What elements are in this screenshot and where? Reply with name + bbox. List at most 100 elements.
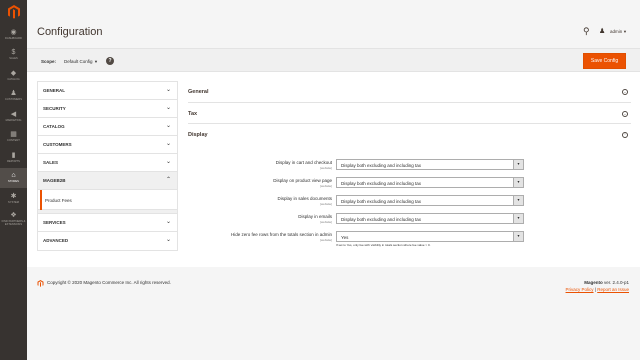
chevron-down-icon[interactable]: ▼: [513, 178, 523, 187]
toggle-icon[interactable]: ⌃: [622, 132, 628, 138]
field-row: Hide zero fee rows from the totals secti…: [188, 231, 631, 247]
section-title: Display: [188, 132, 208, 138]
tab-advanced[interactable]: ADVANCED ⌄: [38, 232, 177, 250]
tab-services[interactable]: SERVICES ⌄: [38, 214, 177, 232]
section-general[interactable]: General ⌄: [188, 81, 631, 103]
copyright-text: Copyright © 2020 Magento Commerce Inc. A…: [47, 280, 171, 285]
chevron-down-icon[interactable]: ▼: [513, 196, 523, 205]
chevron-icon: ⌄: [165, 237, 171, 243]
sidebar-item-content[interactable]: ▦ Content: [0, 127, 27, 148]
field-scope: [website]: [320, 165, 332, 170]
toggle-icon[interactable]: ⌄: [622, 89, 628, 95]
select-value: Display both excluding and including tax: [341, 163, 422, 168]
subtab-product-fees[interactable]: Product Fees: [38, 190, 177, 210]
scope-label: Scope:: [41, 59, 57, 64]
field-select[interactable]: Display both excluding and including tax…: [336, 213, 524, 224]
field-select[interactable]: Display both excluding and including tax…: [336, 195, 524, 206]
save-config-button[interactable]: Save Config: [583, 53, 626, 69]
sidebar-item-sales[interactable]: $ Sales: [0, 45, 27, 66]
field-row: Display on product view page [website] Dis…: [188, 177, 631, 189]
field-scope: [website]: [320, 201, 332, 206]
sidebar-item-label: Sales: [9, 57, 18, 61]
chevron-down-icon[interactable]: ▼: [513, 214, 523, 223]
sidebar-item-find-partners-extensions[interactable]: ❖ Find Partners & Extensions: [0, 209, 27, 230]
tab-label: SECURITY: [43, 106, 66, 111]
sidebar-item-system[interactable]: ✱ System: [0, 188, 27, 209]
tab-customers[interactable]: CUSTOMERS ⌄: [38, 136, 177, 154]
field-note: If set to Yes, only fee with visibility …: [336, 243, 431, 247]
chevron-down-icon[interactable]: ▼: [513, 160, 523, 169]
field-select[interactable]: Display both excluding and including tax…: [336, 159, 524, 170]
sidebar-item-label: Marketing: [5, 118, 22, 122]
version-info: Magento ver. 2.4.0-p1: [584, 280, 629, 285]
tab-label: CATALOG: [43, 124, 65, 129]
subtab-label: Product Fees: [45, 198, 72, 203]
tab-label: MAGEB2B: [43, 178, 66, 183]
section-title: General: [188, 89, 209, 95]
sidebar-item-stores[interactable]: ⌂ Stores: [0, 167, 27, 188]
sidebar-item-marketing[interactable]: ◀ Marketing: [0, 106, 27, 127]
privacy-policy-link[interactable]: Privacy Policy: [566, 287, 594, 292]
field-select[interactable]: Display both excluding and including tax…: [336, 177, 524, 188]
scope-switcher[interactable]: Default Config: [64, 59, 93, 64]
section-tax[interactable]: Tax ⌄: [188, 103, 631, 124]
chevron-icon: ⌄: [165, 159, 171, 165]
sidebar-item-catalog[interactable]: ◆ Catalog: [0, 65, 27, 86]
sidebar-item-label: Catalog: [7, 77, 20, 81]
dashboard-icon: ◉: [10, 28, 17, 36]
tab-sales[interactable]: SALES ⌄: [38, 154, 177, 172]
section-display[interactable]: Display ⌃: [188, 124, 631, 145]
field-row: Display in emails [website] Display both e…: [188, 213, 631, 225]
field-scope: [website]: [320, 237, 332, 242]
tab-label: GENERAL: [43, 88, 66, 93]
chevron-icon: ⌄: [165, 105, 171, 111]
help-icon[interactable]: ?: [106, 57, 114, 65]
chevron-down-icon[interactable]: ▼: [623, 29, 627, 34]
chevron-icon: ⌄: [165, 141, 171, 147]
field-scope: [website]: [320, 183, 332, 188]
scope-bar: Scope: Default Config ▼ ? Save Config: [27, 48, 640, 72]
sidebar-item-label: Customers: [5, 98, 22, 102]
chevron-down-icon[interactable]: ▼: [513, 232, 523, 241]
field-label: Display in cart and checkout: [275, 160, 332, 165]
tab-general[interactable]: GENERAL ⌄: [38, 82, 177, 100]
user-name[interactable]: admin: [610, 29, 622, 34]
config-tabs: GENERAL ⌄ SECURITY ⌄ CATALOG ⌄ CUSTOMERS ⌄ SALES…: [37, 81, 178, 251]
tab-label: SALES: [43, 160, 59, 165]
megaphone-icon: ◀: [10, 110, 17, 118]
page-footer: Copyright © 2020 Magento Commerce Inc. A…: [27, 267, 640, 360]
user-icon[interactable]: ♟: [599, 27, 605, 35]
page: Configuration ⚲ ♟ admin ▼ Scope: Default…: [27, 0, 640, 360]
chevron-icon: ⌃: [165, 177, 171, 183]
footer-links: Privacy Policy | Report an Issue: [566, 287, 629, 292]
chevron-icon: ⌄: [165, 123, 171, 129]
report-issue-link[interactable]: Report an Issue: [597, 287, 629, 292]
tab-label: SERVICES: [43, 220, 66, 225]
page-title: Configuration: [37, 26, 103, 38]
field-label: Display in sales documents: [277, 196, 332, 201]
chevron-down-icon[interactable]: ▼: [94, 59, 98, 64]
tab-catalog[interactable]: CATALOG ⌄: [38, 118, 177, 136]
page-header: Configuration ⚲ ♟ admin ▼: [27, 0, 640, 42]
search-icon[interactable]: ⚲: [583, 26, 590, 37]
field-select[interactable]: Yes ▼: [336, 231, 524, 242]
magento-logo[interactable]: [0, 0, 27, 24]
partners-icon: ❖: [10, 211, 17, 219]
bar-chart-icon: ▮: [11, 151, 16, 159]
sidebar-item-dashboard[interactable]: ◉ Dashboard: [0, 24, 27, 45]
tab-security[interactable]: SECURITY ⌄: [38, 100, 177, 118]
sidebar-item-reports[interactable]: ▮ Reports: [0, 147, 27, 168]
field-label: Hide zero fee rows from the totals secti…: [230, 232, 332, 237]
brand-name: Magento: [584, 280, 603, 285]
chevron-icon: ⌄: [165, 87, 171, 93]
section-title: Tax: [188, 111, 198, 117]
tab-mageb2b[interactable]: MAGEB2B ⌃: [38, 172, 177, 190]
field-scope: [website]: [320, 219, 332, 224]
toggle-icon[interactable]: ⌄: [622, 111, 628, 117]
field-label: Display in emails: [298, 214, 332, 219]
sidebar-item-customers[interactable]: ♟ Customers: [0, 86, 27, 107]
active-indicator: [40, 190, 42, 210]
field-row: Display in sales documents [website] Displ…: [188, 195, 631, 207]
sidebar-item-label: Reports: [7, 159, 20, 163]
sidebar-item-label: Find Partners & Extensions: [1, 219, 26, 226]
